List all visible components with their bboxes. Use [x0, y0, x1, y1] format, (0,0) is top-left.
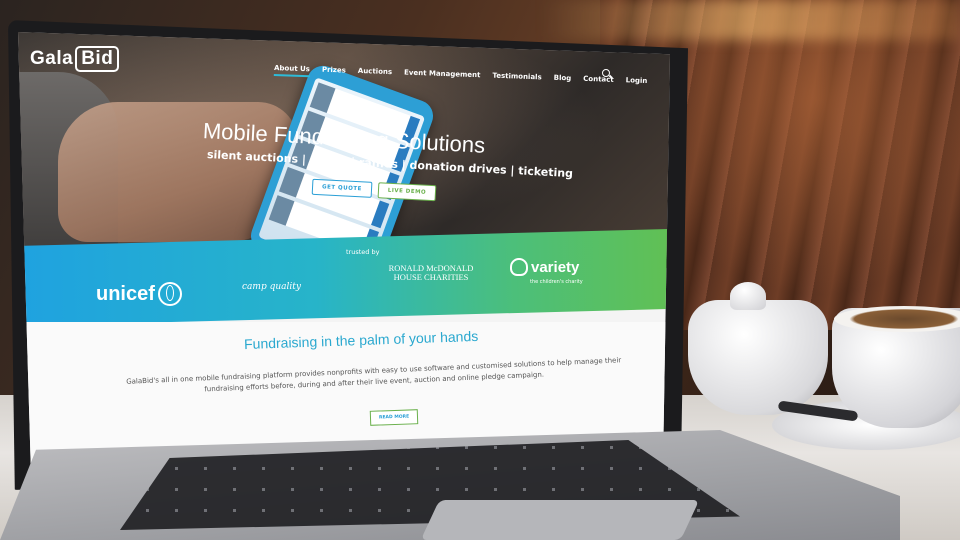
get-quote-button[interactable]: GET QUOTE: [311, 178, 373, 198]
laptop-screen: Gala Bid About Us Prizes Auctions Event …: [18, 32, 670, 477]
nav-prizes[interactable]: Prizes: [322, 66, 346, 79]
rmhc-logo: RONALD McDONALD HOUSE CHARITIES: [386, 264, 476, 282]
nav-event-management[interactable]: Event Management: [404, 69, 481, 84]
sugar-bowl-knob: [730, 282, 766, 310]
nav-testimonials[interactable]: Testimonials: [492, 72, 542, 86]
unicef-logo: unicef: [96, 282, 182, 306]
ambient-light: [540, 0, 960, 40]
trackpad: [420, 500, 700, 540]
trusted-by-label: trusted by: [346, 248, 380, 256]
variety-text: variety: [531, 258, 580, 276]
partners-band: [18, 228, 670, 326]
logo-bid: Bid: [75, 46, 120, 72]
camp-quality-logo: camp quality: [242, 282, 301, 292]
nav-about-us[interactable]: About Us: [273, 64, 311, 78]
logo-gala: Gala: [30, 48, 74, 69]
unicef-text: unicef: [96, 282, 155, 305]
rmhc-line-2: HOUSE CHARITIES: [393, 272, 469, 282]
read-more-button[interactable]: READ MORE: [369, 409, 419, 426]
heart-icon: [510, 258, 528, 276]
globe-icon: [157, 282, 182, 306]
variety-tagline: the children's charity: [530, 279, 583, 285]
galabid-logo[interactable]: Gala Bid: [30, 46, 120, 72]
sugar-bowl: [688, 300, 828, 415]
variety-logo: variety: [510, 258, 579, 276]
nav-login[interactable]: Login: [625, 76, 648, 89]
live-demo-button[interactable]: LIVE DEMO: [377, 182, 437, 202]
search-icon[interactable]: [602, 69, 610, 77]
nav-auctions[interactable]: Auctions: [358, 67, 393, 80]
nav-blog[interactable]: Blog: [553, 74, 572, 87]
